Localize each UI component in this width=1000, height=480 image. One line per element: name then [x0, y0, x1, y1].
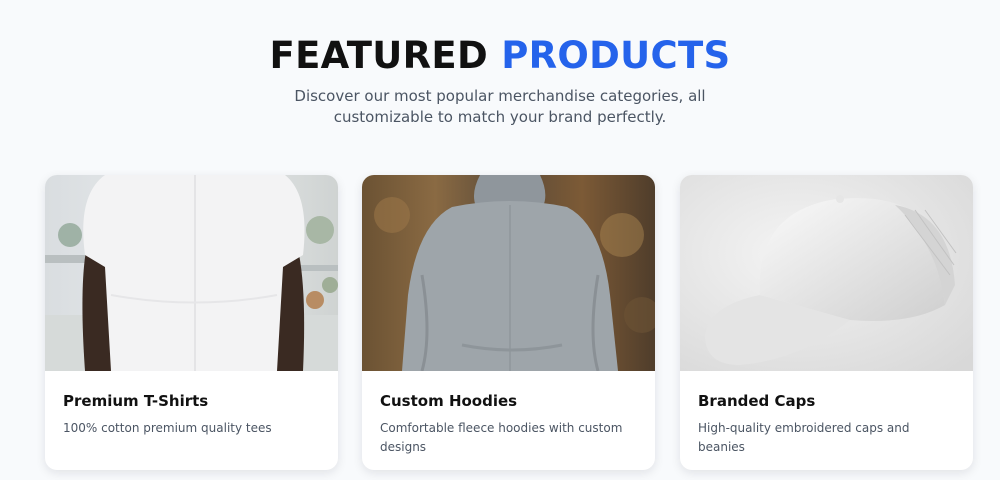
- section-title-main: FEATURED: [269, 34, 489, 77]
- product-title: Branded Caps: [698, 392, 816, 410]
- product-card-body: Branded Caps High-quality embroidered ca…: [680, 371, 973, 457]
- section-title: FEATURED PRODUCTS: [0, 33, 1000, 79]
- product-card-caps[interactable]: Branded Caps High-quality embroidered ca…: [680, 175, 973, 470]
- product-description: 100% cotton premium quality tees: [63, 421, 272, 435]
- hoodie-image: [362, 175, 655, 371]
- cap-image: [680, 175, 973, 371]
- product-title: Premium T-Shirts: [63, 392, 209, 410]
- product-card-hoodies[interactable]: Custom Hoodies Comfortable fleece hoodie…: [362, 175, 655, 470]
- product-title: Custom Hoodies: [380, 392, 518, 410]
- product-card-body: Custom Hoodies Comfortable fleece hoodie…: [362, 371, 655, 457]
- tshirt-image: [45, 175, 338, 371]
- section-subtitle: Discover our most popular merchandise ca…: [294, 87, 706, 126]
- featured-products-section: FEATURED PRODUCTS Discover our most popu…: [0, 0, 1000, 480]
- product-description: High-quality embroidered caps and beanie…: [698, 421, 910, 454]
- product-card-body: Premium T-Shirts 100% cotton premium qua…: [45, 371, 338, 438]
- section-title-accent: PRODUCTS: [501, 34, 731, 77]
- product-card-tshirts[interactable]: Premium T-Shirts 100% cotton premium qua…: [45, 175, 338, 470]
- product-description: Comfortable fleece hoodies with custom d…: [380, 421, 623, 454]
